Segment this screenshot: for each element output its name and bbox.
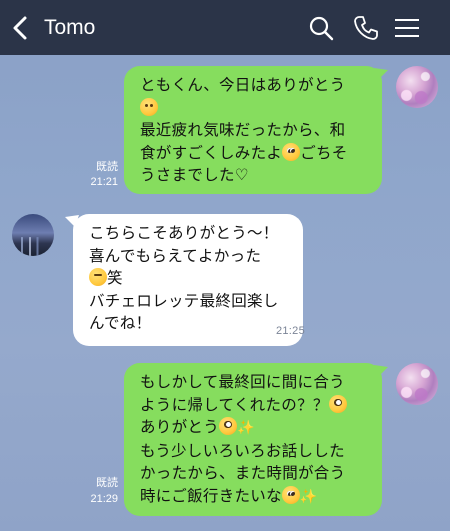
menu-icon[interactable] bbox=[393, 14, 421, 42]
message-line: こちらこそありがとう〜！ bbox=[89, 224, 279, 242]
flushed-face-emoji bbox=[219, 417, 238, 435]
message-line: もう少しいろいろお話しした bbox=[140, 441, 345, 460]
message-line: うさまでした♡ bbox=[140, 166, 249, 184]
message-line: んでね！ bbox=[89, 314, 152, 332]
relieved-face-emoji bbox=[140, 97, 158, 116]
message-bubble-incoming[interactable]: こちらこそありがとう〜！ 喜んでもらえてよかった 笑 バチェロレッテ最終回楽し … bbox=[73, 214, 305, 346]
message-line: 笑 bbox=[89, 267, 289, 290]
message-line: かったから、また時間が合う bbox=[140, 464, 346, 482]
pleading-face-emoji bbox=[281, 485, 300, 504]
message-time: 21:21 bbox=[90, 176, 118, 188]
chat-header: Tomo bbox=[0, 0, 450, 55]
read-receipt: 既読 bbox=[96, 161, 118, 173]
my-avatar[interactable] bbox=[396, 363, 438, 405]
tomo-avatar[interactable] bbox=[12, 214, 54, 256]
flushed-face-emoji bbox=[328, 394, 347, 413]
message-line: 時にご飯行きたいな ✨ bbox=[140, 485, 368, 509]
message-line: ように帰してくれたの？？ bbox=[140, 394, 368, 417]
smirking-face-emoji bbox=[89, 268, 107, 286]
message-time: 21:29 bbox=[90, 493, 118, 505]
search-icon[interactable] bbox=[307, 14, 335, 42]
message-line: バチェロレッテ最終回楽し bbox=[89, 291, 279, 310]
chevron-left-icon[interactable] bbox=[10, 14, 30, 42]
pleading-face-emoji bbox=[282, 142, 301, 161]
message-line bbox=[140, 97, 368, 120]
message-line: もしかして最終回に間に合う bbox=[140, 373, 345, 391]
sparkles-icon: ✨ bbox=[237, 420, 255, 436]
message-line: 最近疲れ気味だったから、和 bbox=[140, 121, 346, 139]
message-line: 食がすごくしみたよ ごちそ bbox=[140, 142, 348, 162]
message-bubble-outgoing[interactable]: ともくん、今日はありがとう 最近疲れ気味だったから、和 食がすごくしみたよ ごちそ… bbox=[124, 66, 382, 194]
message-line: 喜んでもらえてよかった bbox=[89, 246, 262, 265]
message-line: ありがとう ✨ bbox=[140, 416, 368, 440]
phone-icon[interactable] bbox=[352, 14, 380, 42]
message-line: ともくん、今日はありがとう bbox=[140, 76, 346, 94]
chat-title: Tomo bbox=[44, 16, 96, 39]
sparkles-icon: ✨ bbox=[299, 488, 318, 505]
my-avatar[interactable] bbox=[396, 66, 438, 108]
message-bubble-outgoing[interactable]: もしかして最終回に間に合う ように帰してくれたの？？ ありがとう ✨ もう少しいろ… bbox=[124, 363, 382, 516]
message-time: 21:25 bbox=[275, 325, 305, 337]
read-receipt: 既読 bbox=[96, 477, 118, 489]
